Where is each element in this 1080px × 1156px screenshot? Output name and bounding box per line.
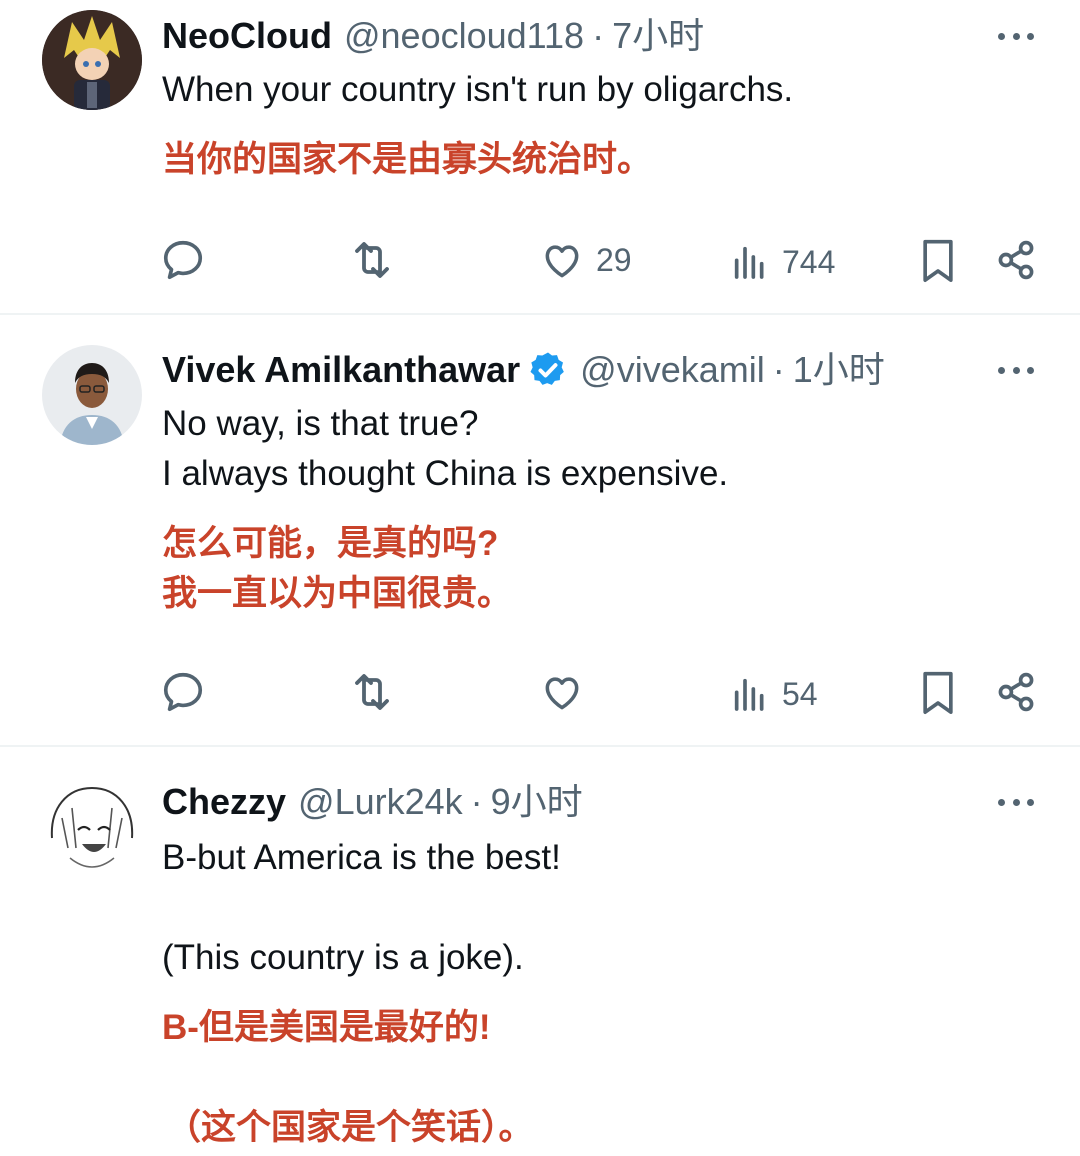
more-icon[interactable] bbox=[992, 792, 1040, 812]
author-handle[interactable]: @Lurk24k bbox=[298, 780, 463, 824]
bookmark-icon bbox=[923, 239, 953, 282]
more-icon[interactable] bbox=[992, 26, 1040, 46]
manga-sketch-avatar-icon bbox=[42, 778, 142, 878]
views-button[interactable]: 744 bbox=[730, 238, 835, 286]
retweet-icon bbox=[355, 242, 389, 278]
like-button[interactable] bbox=[540, 668, 584, 716]
person-photo-avatar-icon bbox=[42, 345, 142, 445]
view-count: 744 bbox=[782, 243, 836, 280]
retweet-button[interactable] bbox=[348, 668, 396, 716]
avatar[interactable] bbox=[42, 345, 142, 445]
tweet-text-line: (This country is a joke). bbox=[162, 938, 524, 977]
like-icon bbox=[545, 245, 579, 278]
bookmark-button[interactable] bbox=[916, 236, 960, 284]
timestamp[interactable]: 1小时 bbox=[793, 348, 885, 392]
views-icon bbox=[734, 246, 764, 279]
timestamp[interactable]: 7小时 bbox=[612, 14, 704, 58]
view-count: 54 bbox=[782, 675, 818, 712]
translation-line: B-但是美国是最好的! bbox=[162, 1008, 491, 1047]
share-icon bbox=[998, 240, 1034, 280]
separator: · bbox=[470, 781, 483, 822]
anime-character-avatar-icon bbox=[42, 10, 142, 110]
share-button[interactable] bbox=[994, 668, 1038, 716]
tweet-text-line: When your country isn't run by oligarchs… bbox=[162, 70, 794, 109]
reply-icon bbox=[163, 240, 203, 280]
like-count: 29 bbox=[596, 241, 632, 278]
avatar[interactable] bbox=[42, 778, 142, 878]
author-handle[interactable]: @vivekamil bbox=[580, 348, 765, 392]
tweet-header: Vivek Amilkanthawar @vivekamil · 1小时 bbox=[162, 348, 885, 392]
tweet-divider bbox=[0, 745, 1080, 747]
author-name[interactable]: NeoCloud bbox=[162, 14, 332, 58]
like-button[interactable]: 29 bbox=[540, 236, 632, 284]
avatar[interactable] bbox=[42, 10, 142, 110]
share-icon bbox=[998, 672, 1034, 712]
bookmark-icon bbox=[923, 671, 953, 714]
retweet-button[interactable] bbox=[348, 236, 396, 284]
retweet-icon bbox=[355, 674, 389, 710]
separator: · bbox=[772, 349, 785, 390]
translation-line: 我一直以为中国很贵。 bbox=[162, 574, 513, 613]
translation-line: 怎么可能，是真的吗? bbox=[162, 524, 499, 563]
author-name[interactable]: Chezzy bbox=[162, 780, 286, 824]
share-button[interactable] bbox=[994, 236, 1038, 284]
tweet-divider bbox=[0, 313, 1080, 315]
views-button[interactable]: 54 bbox=[730, 670, 818, 718]
translation-line: （这个国家是个笑话）。 bbox=[166, 1108, 534, 1147]
like-icon bbox=[545, 677, 579, 710]
bookmark-button[interactable] bbox=[916, 668, 960, 716]
tweet-text-line: I always thought China is expensive. bbox=[162, 454, 729, 493]
tweet-text-line: No way, is that true? bbox=[162, 404, 479, 443]
tweet-text-line: B-but America is the best! bbox=[162, 838, 561, 877]
separator: · bbox=[592, 15, 605, 56]
more-icon[interactable] bbox=[992, 360, 1040, 380]
tweet-header: Chezzy @Lurk24k · 9小时 bbox=[162, 780, 583, 824]
timestamp[interactable]: 9小时 bbox=[491, 780, 583, 824]
reply-icon bbox=[163, 672, 203, 712]
verified-badge-icon bbox=[530, 352, 565, 385]
tweet-header: NeoCloud @neocloud118 · 7小时 bbox=[162, 14, 704, 58]
reply-button[interactable] bbox=[160, 236, 206, 284]
author-handle[interactable]: @neocloud118 bbox=[344, 14, 584, 58]
author-name[interactable]: Vivek Amilkanthawar bbox=[162, 348, 520, 392]
reply-button[interactable] bbox=[160, 668, 206, 716]
translation-line: 当你的国家不是由寡头统治时。 bbox=[162, 140, 653, 179]
views-icon bbox=[734, 678, 764, 711]
